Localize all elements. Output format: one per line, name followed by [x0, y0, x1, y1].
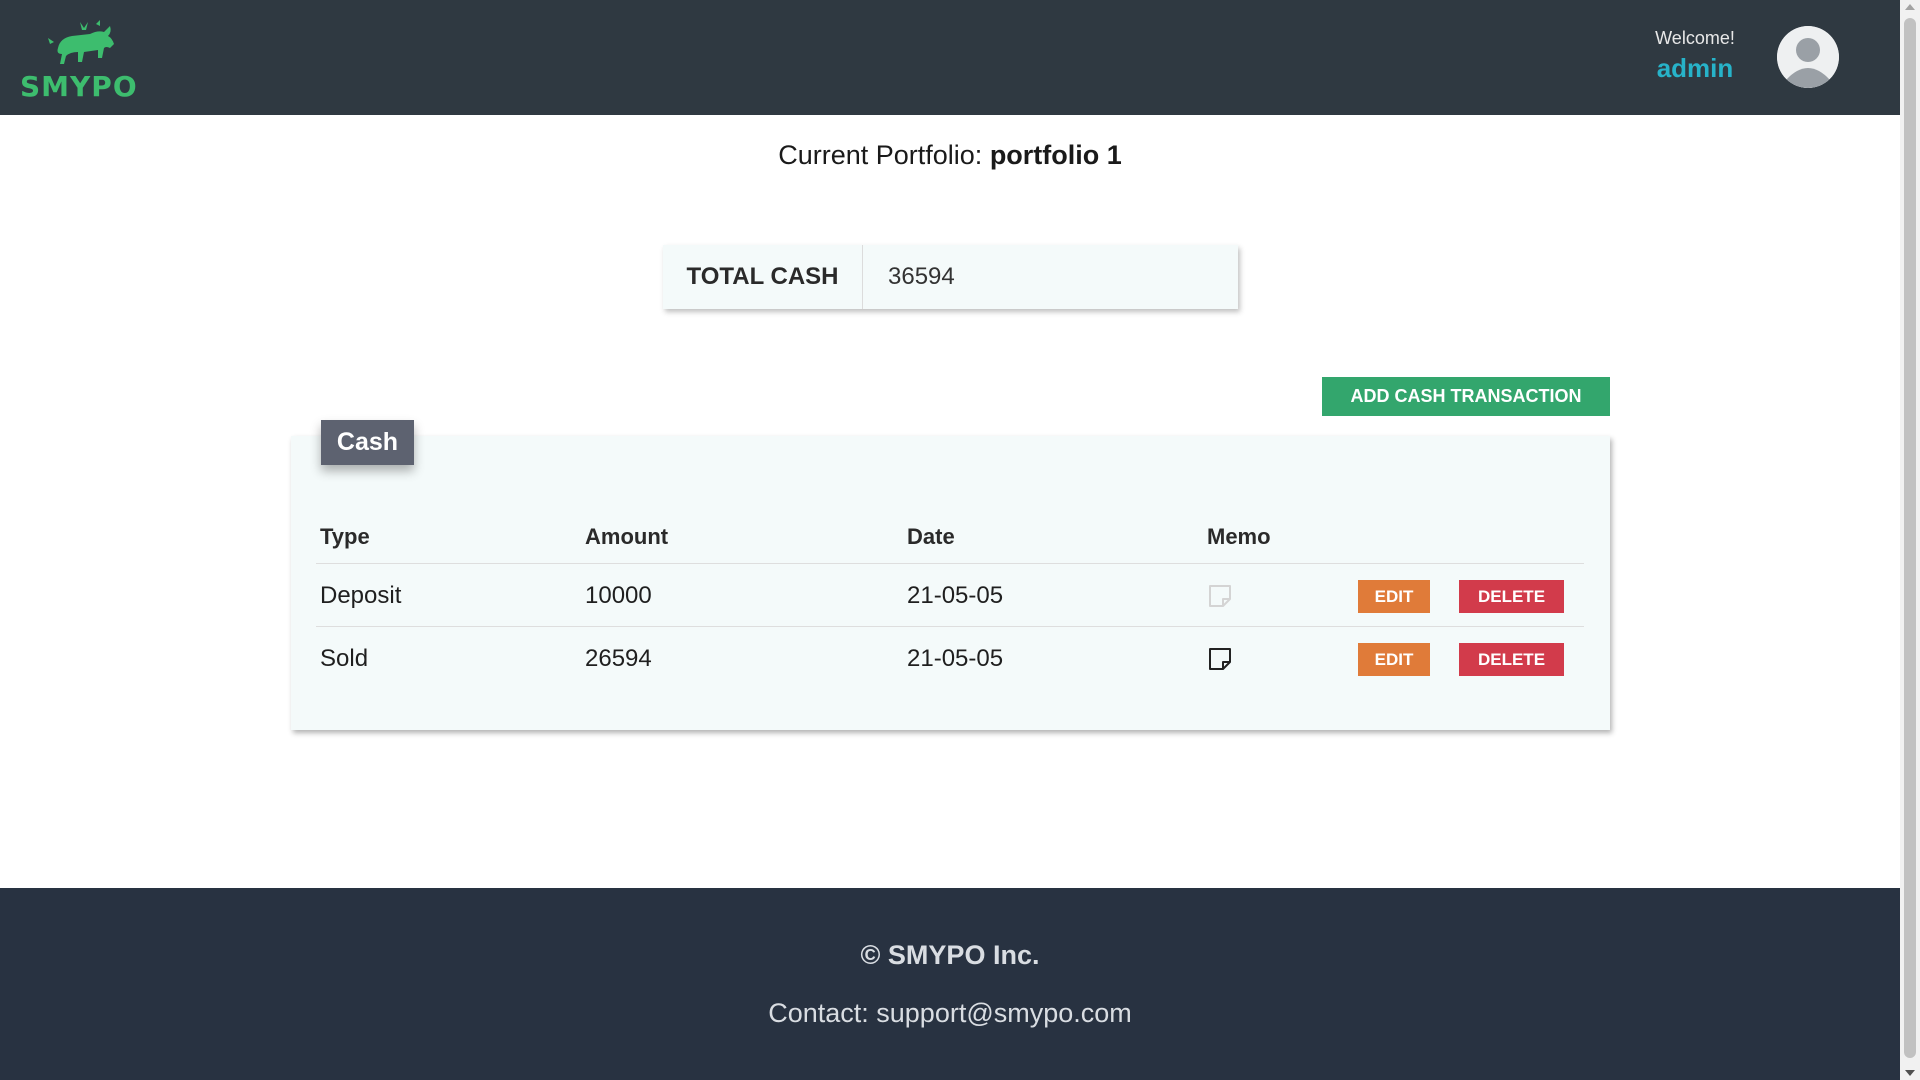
edit-button[interactable]: EDIT — [1358, 643, 1430, 676]
delete-button[interactable]: DELETE — [1459, 643, 1564, 676]
portfolio-name: portfolio 1 — [989, 140, 1122, 170]
total-cash-value: 36594 — [888, 263, 955, 290]
column-header-amount: Amount — [585, 524, 669, 549]
table-row: Deposit 10000 21-05-05 EDIT DELETE — [316, 564, 1584, 627]
row-date: 21-05-05 — [907, 645, 1004, 672]
top-navbar: SMYPO Welcome! admin — [0, 0, 1900, 115]
row-type: Deposit — [320, 582, 402, 609]
current-portfolio-heading: Current Portfolio: portfolio 1 — [0, 140, 1900, 171]
note-empty-icon[interactable] — [1207, 583, 1233, 609]
total-cash-label: TOTAL CASH — [663, 245, 863, 309]
row-date: 21-05-05 — [907, 582, 1004, 609]
portfolio-label: Current Portfolio: — [778, 140, 983, 170]
row-amount: 26594 — [585, 645, 652, 672]
row-amount: 10000 — [585, 582, 652, 609]
page-footer: © SMYPO Inc. Contact: support@smypo.com — [0, 888, 1900, 1080]
welcome-text: Welcome! — [1655, 28, 1735, 48]
scroll-thumb[interactable] — [1904, 18, 1916, 1058]
cash-section-title: Cash — [321, 420, 414, 465]
smypo-logo[interactable]: SMYPO — [20, 18, 138, 103]
table-header-row: Type Amount Date Memo — [316, 512, 1584, 564]
total-cash-box: TOTAL CASH 36594 — [663, 245, 1238, 309]
avatar[interactable] — [1777, 26, 1839, 88]
username-label[interactable]: admin — [1635, 53, 1755, 84]
footer-contact: Contact: support@smypo.com — [768, 998, 1132, 1028]
add-cash-transaction-button[interactable]: ADD CASH TRANSACTION — [1322, 377, 1610, 416]
vertical-scrollbar[interactable] — [1900, 0, 1920, 1080]
logo-wordmark: SMYPO — [20, 70, 138, 103]
column-header-memo: Memo — [1207, 524, 1271, 549]
column-header-type: Type — [320, 524, 370, 549]
footer-copyright: © SMYPO Inc. — [860, 940, 1040, 970]
delete-button[interactable]: DELETE — [1459, 580, 1564, 613]
user-greeting: Welcome! admin — [1635, 28, 1755, 84]
bull-logo-icon — [48, 20, 114, 64]
note-icon[interactable] — [1207, 646, 1233, 672]
edit-button[interactable]: EDIT — [1358, 580, 1430, 613]
scroll-down-arrow-icon[interactable] — [1905, 1070, 1915, 1076]
table-row: Sold 26594 21-05-05 EDIT DELETE — [316, 627, 1584, 690]
row-type: Sold — [320, 645, 369, 672]
scroll-up-arrow-icon[interactable] — [1905, 4, 1915, 10]
cash-transactions-table: Type Amount Date Memo Deposit 10000 21-0… — [316, 512, 1584, 690]
user-avatar-icon — [1777, 26, 1839, 88]
column-header-date: Date — [907, 524, 955, 549]
